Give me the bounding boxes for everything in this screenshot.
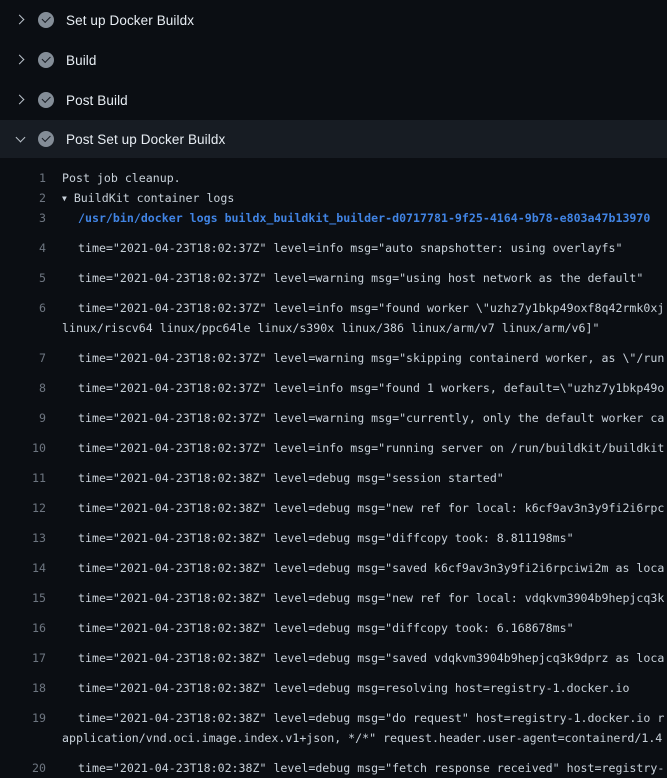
group-label: BuildKit container logs [74, 191, 235, 205]
log-text: time="2021-04-23T18:02:38Z" level=debug … [62, 618, 574, 638]
line-number[interactable]: 16 [0, 618, 46, 638]
log-text: time="2021-04-23T18:02:37Z" level=warnin… [62, 268, 643, 288]
step-build[interactable]: Build [0, 40, 667, 80]
command-text: /usr/bin/docker logs buildx_buildkit_bui… [62, 208, 650, 228]
chevron-right-icon[interactable] [12, 12, 28, 28]
log-text: time="2021-04-23T18:02:38Z" level=debug … [62, 758, 664, 778]
step-set-up-docker-buildx[interactable]: Set up Docker Buildx [0, 0, 667, 40]
check-circle-icon [38, 12, 54, 28]
log-text: time="2021-04-23T18:02:37Z" level=info m… [62, 238, 622, 258]
disclosure-triangle-icon[interactable]: ▼ [62, 189, 67, 209]
line-number[interactable]: 5 [0, 268, 46, 288]
log-text: time="2021-04-23T18:02:38Z" level=debug … [62, 678, 629, 698]
step-label: Build [66, 53, 97, 68]
log-text: time="2021-04-23T18:02:38Z" level=debug … [62, 528, 574, 548]
log-text: time="2021-04-23T18:02:37Z" level=info m… [62, 438, 664, 458]
step-post-set-up-docker-buildx[interactable]: Post Set up Docker Buildx [0, 120, 667, 158]
line-number[interactable]: 15 [0, 588, 46, 608]
log-line: 5 time="2021-04-23T18:02:37Z" level=warni… [0, 258, 667, 288]
line-number[interactable]: 1 [0, 168, 46, 188]
line-number[interactable]: 19 [0, 708, 46, 728]
chevron-right-icon[interactable] [12, 92, 28, 108]
line-number[interactable]: 4 [0, 238, 46, 258]
log-line: 18 time="2021-04-23T18:02:38Z" level=debu… [0, 668, 667, 698]
log-text: time="2021-04-23T18:02:37Z" level=warnin… [62, 408, 664, 428]
log-line: 3/usr/bin/docker logs buildx_buildkit_bu… [0, 208, 667, 228]
log-line: 15 time="2021-04-23T18:02:38Z" level=debu… [0, 578, 667, 608]
log-line: 11 time="2021-04-23T18:02:38Z" level=debu… [0, 458, 667, 488]
line-number[interactable]: 6 [0, 298, 46, 318]
log-line: 8 time="2021-04-23T18:02:37Z" level=info … [0, 368, 667, 398]
log-text: ▼ BuildKit container logs [62, 188, 234, 208]
line-number[interactable]: 7 [0, 348, 46, 368]
line-number[interactable]: 9 [0, 408, 46, 428]
log-line: 20 time="2021-04-23T18:02:38Z" level=debu… [0, 748, 667, 778]
log-text: Post job cleanup. [62, 168, 181, 188]
line-number[interactable]: 17 [0, 648, 46, 668]
line-number[interactable]: 3 [0, 208, 46, 228]
log-line: linux/riscv64 linux/ppc64le linux/s390x … [0, 318, 667, 338]
log-text: time="2021-04-23T18:02:38Z" level=debug … [62, 708, 664, 728]
step-label: Post Build [66, 93, 128, 108]
line-number[interactable]: 8 [0, 378, 46, 398]
line-number[interactable]: 2 [0, 188, 46, 208]
check-circle-icon [38, 92, 54, 108]
check-circle-icon [38, 131, 54, 147]
log-text: time="2021-04-23T18:02:38Z" level=debug … [62, 648, 664, 668]
step-list: Set up Docker Buildx Build Post Build Po… [0, 0, 667, 158]
line-number [0, 728, 46, 748]
log-text: time="2021-04-23T18:02:37Z" level=info m… [62, 378, 664, 398]
log-text: time="2021-04-23T18:02:38Z" level=debug … [62, 468, 504, 488]
step-label: Post Set up Docker Buildx [66, 132, 225, 147]
log-line: 10 time="2021-04-23T18:02:37Z" level=info… [0, 428, 667, 458]
line-number[interactable]: 12 [0, 498, 46, 518]
log-line: 4 time="2021-04-23T18:02:37Z" level=info … [0, 228, 667, 258]
log-text: time="2021-04-23T18:02:38Z" level=debug … [62, 588, 664, 608]
log-text: time="2021-04-23T18:02:38Z" level=debug … [62, 498, 664, 518]
log-line: 1 Post job cleanup. [0, 168, 667, 188]
line-number[interactable]: 13 [0, 528, 46, 548]
log-line: 7 time="2021-04-23T18:02:37Z" level=warni… [0, 338, 667, 368]
line-number[interactable]: 14 [0, 558, 46, 578]
log-line: application/vnd.oci.image.index.v1+json,… [0, 728, 667, 748]
chevron-down-icon[interactable] [12, 131, 28, 147]
line-number[interactable]: 11 [0, 468, 46, 488]
log-line: 12 time="2021-04-23T18:02:38Z" level=debu… [0, 488, 667, 518]
line-number[interactable]: 20 [0, 758, 46, 778]
log-text: time="2021-04-23T18:02:37Z" level=warnin… [62, 348, 664, 368]
step-post-build[interactable]: Post Build [0, 80, 667, 120]
log-lines: 1 Post job cleanup. 2 ▼ BuildKit container l… [0, 158, 667, 778]
log-line: 9 time="2021-04-23T18:02:37Z" level=warni… [0, 398, 667, 428]
line-number[interactable]: 10 [0, 438, 46, 458]
log-text: time="2021-04-23T18:02:38Z" level=debug … [62, 558, 664, 578]
log-line: 16 time="2021-04-23T18:02:38Z" level=debu… [0, 608, 667, 638]
log-line: 13 time="2021-04-23T18:02:38Z" level=debu… [0, 518, 667, 548]
line-number [0, 318, 46, 338]
log-line: 14 time="2021-04-23T18:02:38Z" level=debu… [0, 548, 667, 578]
log-line: 2 ▼ BuildKit container logs [0, 188, 667, 208]
check-circle-icon [38, 52, 54, 68]
chevron-right-icon[interactable] [12, 52, 28, 68]
line-number[interactable]: 18 [0, 678, 46, 698]
log-line: 19 time="2021-04-23T18:02:38Z" level=debu… [0, 698, 667, 728]
log-text: linux/riscv64 linux/ppc64le linux/s390x … [62, 318, 599, 338]
log-text: time="2021-04-23T18:02:37Z" level=info m… [62, 298, 664, 318]
log-line: 6 time="2021-04-23T18:02:37Z" level=info … [0, 288, 667, 318]
log-line: 17 time="2021-04-23T18:02:38Z" level=debu… [0, 638, 667, 668]
step-label: Set up Docker Buildx [66, 13, 194, 28]
log-text: application/vnd.oci.image.index.v1+json,… [62, 728, 662, 748]
